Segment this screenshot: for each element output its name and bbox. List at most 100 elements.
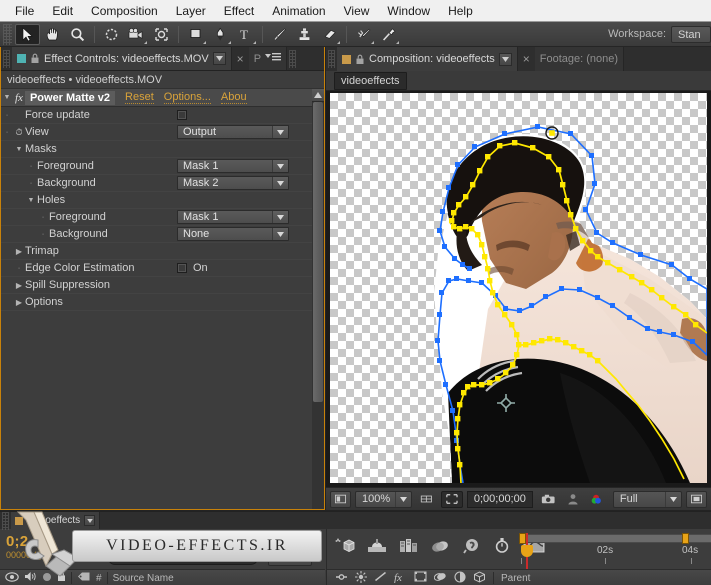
video-eye-icon[interactable] — [5, 571, 19, 585]
lock-icon[interactable] — [30, 53, 40, 64]
tab-project[interactable]: P — [248, 47, 288, 70]
comp-lock-icon[interactable] — [355, 54, 365, 65]
comp-close-icon[interactable]: × — [518, 47, 535, 71]
switch-frame-blending-icon[interactable] — [414, 571, 427, 585]
close-icon[interactable]: × — [232, 47, 249, 70]
options-link[interactable]: Options... — [163, 91, 211, 104]
group-row-trimap[interactable]: ▶ Trimap — [1, 243, 324, 260]
auto-keyframe-icon[interactable] — [493, 537, 511, 557]
always-preview-this-view-icon[interactable] — [330, 490, 352, 508]
switch-motion-blur-icon[interactable] — [433, 571, 447, 585]
switch-adjustment-layer-icon[interactable] — [454, 570, 466, 585]
menu-item-animation[interactable]: Animation — [263, 2, 334, 20]
brush-tool[interactable] — [267, 24, 292, 45]
twirl-right-icon-spill[interactable]: ▶ — [13, 281, 25, 290]
menu-item-help[interactable]: Help — [439, 2, 482, 20]
toolbar-grip[interactable] — [3, 23, 12, 45]
timeline-panel-grip[interactable] — [2, 511, 9, 530]
twirl-right-icon-options[interactable]: ▶ — [13, 298, 25, 307]
masks-foreground-dropdown[interactable]: Mask 1 — [177, 159, 289, 173]
stopwatch-icon[interactable]: ⏱ — [13, 127, 25, 138]
label-color-icon[interactable] — [77, 571, 91, 585]
breadcrumb-comp-chip[interactable]: videoeffects — [334, 71, 407, 90]
tab-composition[interactable]: Composition: videoeffects — [337, 47, 518, 71]
property-row-masks-foreground[interactable]: · Foreground Mask 1 — [1, 158, 324, 175]
work-area-end-handle[interactable] — [682, 533, 689, 544]
show-snapshot-icon[interactable] — [563, 491, 583, 508]
zoom-level-select[interactable]: 100% — [355, 490, 413, 508]
twirl-right-icon-trimap[interactable]: ▶ — [13, 247, 25, 256]
motion-blur-icon[interactable] — [431, 538, 451, 557]
toggle-transparency-grid-icon[interactable] — [685, 490, 707, 508]
tab-footage[interactable]: Footage: (none) — [534, 47, 625, 71]
pen-tool[interactable] — [208, 24, 233, 45]
edge-color-estimation-checkbox[interactable] — [177, 263, 187, 273]
group-row-options[interactable]: ▶ Options — [1, 294, 324, 311]
group-row-masks[interactable]: ▼ Masks — [1, 141, 324, 158]
property-row-masks-background[interactable]: · Background Mask 2 — [1, 175, 324, 192]
reset-link[interactable]: Reset — [125, 91, 154, 104]
timeline-ruler[interactable]: 0s 02s 04s — [519, 529, 711, 585]
eraser-tool[interactable] — [317, 24, 342, 45]
property-row-view[interactable]: · ⏱ View Output — [1, 124, 324, 141]
effect-controls-scrollbar[interactable] — [312, 89, 324, 509]
region-of-interest-icon[interactable] — [440, 490, 463, 508]
twirl-down-icon-masks[interactable]: ▼ — [13, 146, 25, 153]
brainstorm-icon[interactable] — [463, 538, 481, 557]
channel-rgb-icon[interactable] — [587, 491, 609, 508]
shape-tool[interactable] — [183, 24, 208, 45]
workspace-select[interactable]: Stan — [671, 25, 711, 43]
panel-menu-icon[interactable] — [265, 52, 282, 65]
chevron-down-icon[interactable] — [212, 52, 226, 65]
lock-column-icon[interactable] — [57, 571, 66, 585]
grid-and-guides-icon[interactable] — [416, 491, 437, 508]
twirl-down-icon[interactable]: ▼ — [1, 94, 13, 101]
timeline-current-timecode[interactable]: 0;2 — [6, 533, 28, 550]
switch-quality-icon[interactable] — [374, 571, 387, 585]
menu-item-effect[interactable]: Effect — [215, 2, 263, 20]
panel-grip-right[interactable] — [289, 49, 297, 68]
hand-tool[interactable] — [40, 24, 65, 45]
composition-canvas[interactable] — [330, 93, 707, 483]
holes-foreground-dropdown[interactable]: Mask 1 — [177, 210, 289, 224]
twirl-down-icon-holes[interactable]: ▼ — [25, 197, 37, 204]
take-snapshot-icon[interactable] — [537, 491, 559, 508]
zoom-tool[interactable] — [65, 24, 90, 45]
draft-3d-icon[interactable] — [399, 538, 419, 557]
force-update-checkbox[interactable] — [177, 110, 187, 120]
camera-tool[interactable] — [124, 24, 149, 45]
masks-background-dropdown[interactable]: Mask 2 — [177, 176, 289, 190]
composition-mini-flowchart-icon[interactable] — [367, 538, 387, 557]
switch-3d-layer-icon[interactable] — [473, 570, 486, 585]
resolution-select[interactable]: Full — [612, 490, 682, 508]
menu-item-view[interactable]: View — [335, 2, 379, 20]
property-row-force-update[interactable]: · Force update — [1, 107, 324, 124]
clone-stamp-tool[interactable] — [292, 24, 317, 45]
scroll-up-icon[interactable] — [312, 89, 324, 102]
pan-behind-tool[interactable] — [149, 24, 174, 45]
group-row-spill-suppression[interactable]: ▶ Spill Suppression — [1, 277, 324, 294]
menu-item-layer[interactable]: Layer — [167, 2, 215, 20]
layer-number-icon[interactable]: # — [96, 573, 102, 584]
tab-timeline-comp[interactable]: videoeffects — [11, 512, 101, 529]
switch-effects-icon[interactable]: fx — [394, 571, 407, 585]
menu-item-composition[interactable]: Composition — [82, 2, 167, 20]
chevron-down-icon-comp[interactable] — [498, 52, 512, 66]
3d-renderer-icon[interactable] — [335, 537, 355, 558]
about-link[interactable]: Abou — [220, 91, 247, 104]
audio-speaker-icon[interactable] — [24, 571, 37, 585]
menu-item-file[interactable]: File — [6, 2, 43, 20]
roto-brush-tool[interactable] — [351, 24, 376, 45]
timeline-search-button[interactable] — [268, 549, 312, 566]
current-timecode[interactable]: 0;00;00;00 — [466, 490, 533, 508]
timeline-search-input[interactable] — [108, 551, 258, 565]
scrollbar-thumb[interactable] — [313, 102, 323, 402]
switch-collapse-icon[interactable] — [355, 570, 367, 585]
property-row-edge-color-estimation[interactable]: · Edge Color Estimation On — [1, 260, 324, 277]
effect-header-row[interactable]: ▼ fx Power Matte v2 Reset Options... Abo… — [1, 89, 324, 107]
puppet-pin-tool[interactable] — [376, 24, 401, 45]
column-header-parent[interactable]: Parent — [501, 573, 530, 584]
switch-shy-icon[interactable] — [335, 572, 348, 585]
solo-icon[interactable] — [42, 572, 52, 585]
menu-item-window[interactable]: Window — [378, 2, 439, 20]
